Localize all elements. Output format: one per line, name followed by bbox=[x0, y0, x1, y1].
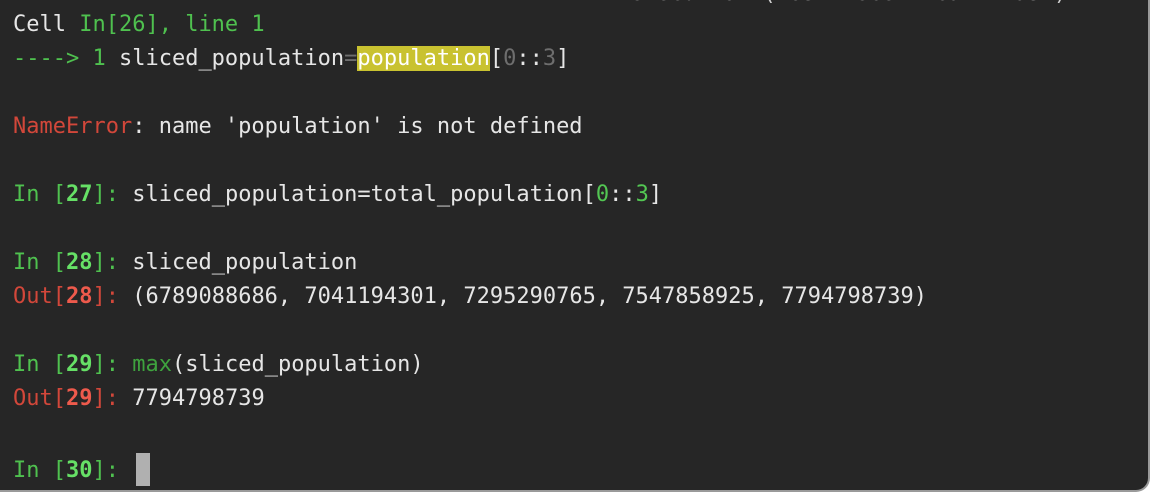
in-prompt-prefix: In [ bbox=[13, 182, 66, 207]
terminal-window[interactable]: execution (most recent call last) Cell I… bbox=[0, 0, 1150, 492]
cell-label: Cell bbox=[13, 12, 80, 37]
active-input-line-30[interactable]: In [30]: bbox=[13, 453, 151, 486]
input-line-29[interactable]: In [29]: max(sliced_population) bbox=[13, 351, 424, 379]
traceback-cell-line: Cell In[26], line 1 bbox=[13, 11, 265, 39]
error-name: NameError bbox=[13, 114, 133, 139]
output-line-29: Out[29]: 7794798739 bbox=[13, 385, 265, 413]
traceback-zero: 0 bbox=[503, 46, 517, 71]
text-cursor[interactable] bbox=[136, 453, 151, 486]
input-line-28[interactable]: In [28]: sliced_population bbox=[13, 249, 357, 277]
traceback-bracket-open: [ bbox=[489, 46, 504, 71]
in-prompt-suffix: ]: bbox=[92, 250, 133, 275]
input-code-zero: 0 bbox=[595, 182, 610, 207]
input-code-rest: (sliced_population) bbox=[171, 352, 424, 377]
error-line: NameError: name 'population' is not defi… bbox=[13, 113, 583, 141]
traceback-colons: :: bbox=[516, 46, 543, 71]
input-code-pre: sliced_population=total_population[ bbox=[132, 182, 596, 207]
out-prompt-prefix: Out[ bbox=[13, 386, 66, 411]
in-prompt-number: 30 bbox=[65, 458, 93, 483]
builtin-function: max bbox=[132, 352, 172, 377]
in-prompt-number: 28 bbox=[65, 250, 93, 275]
input-code: sliced_population bbox=[132, 250, 358, 275]
in-prompt-prefix: In [ bbox=[13, 250, 66, 275]
input-code-close: ] bbox=[648, 182, 663, 207]
input-code-colons: :: bbox=[609, 182, 636, 207]
traceback-code-pre: sliced_population bbox=[118, 46, 345, 71]
in-prompt-suffix: ]: bbox=[92, 458, 133, 483]
in-prompt-number: 27 bbox=[65, 182, 93, 207]
out-prompt-prefix: Out[ bbox=[13, 284, 66, 309]
in-prompt-prefix: In [ bbox=[13, 458, 66, 483]
traceback-error-highlight: population bbox=[357, 46, 490, 71]
out-prompt-suffix: ]: bbox=[92, 386, 133, 411]
traceback-arrow: ----> 1 bbox=[13, 46, 119, 71]
in-prompt-suffix: ]: bbox=[92, 352, 133, 377]
traceback-code-eq: = bbox=[344, 46, 358, 71]
input-line-27[interactable]: In [27]: sliced_population=total_populat… bbox=[13, 181, 662, 209]
truncated-traceback-header: execution (most recent call last) bbox=[630, 0, 1067, 8]
in-prompt-suffix: ]: bbox=[92, 182, 133, 207]
input-code-three: 3 bbox=[635, 182, 649, 207]
traceback-bracket-close: ] bbox=[556, 46, 570, 71]
in-prompt-prefix: In [ bbox=[13, 352, 66, 377]
output-value: (6789088686, 7041194301, 7295290765, 754… bbox=[132, 284, 927, 309]
traceback-code-line: ----> 1 sliced_population=population[0::… bbox=[13, 45, 569, 73]
out-prompt-number: 29 bbox=[65, 386, 93, 411]
in-prompt-number: 29 bbox=[65, 352, 93, 377]
out-prompt-suffix: ]: bbox=[92, 284, 133, 309]
cell-ref: In[26], line 1 bbox=[79, 12, 265, 37]
traceback-three: 3 bbox=[542, 46, 557, 71]
output-line-28: Out[28]: (6789088686, 7041194301, 729529… bbox=[13, 283, 927, 311]
error-message: : name 'population' is not defined bbox=[132, 114, 583, 139]
output-value: 7794798739 bbox=[132, 386, 265, 411]
out-prompt-number: 28 bbox=[65, 284, 93, 309]
